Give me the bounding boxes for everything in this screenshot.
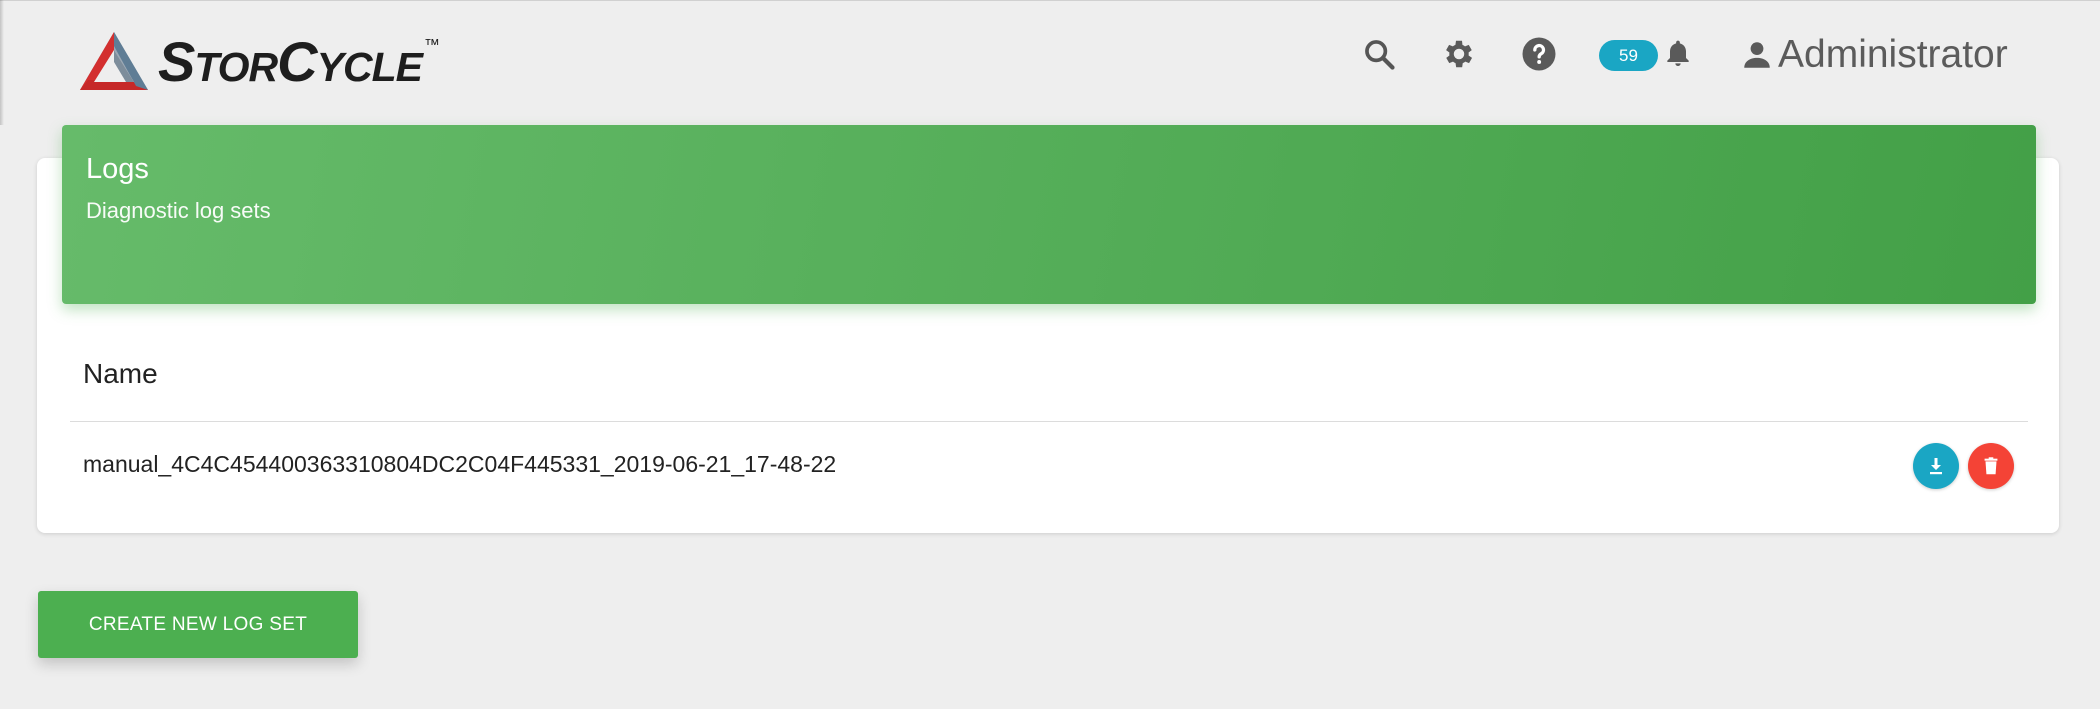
storcycle-logo[interactable]: S tor C ycle ™ [78, 28, 440, 96]
logo-wordmark: S tor C ycle ™ [158, 30, 440, 93]
logo-letter-c: C [277, 30, 317, 93]
column-header-name[interactable]: Name [83, 358, 158, 390]
user-name: Administrator [1778, 33, 2008, 76]
delete-button[interactable] [1968, 443, 2014, 489]
table-row-name: manual_4C4C454400363310804DC2C04F445331_… [83, 451, 837, 477]
logo-letter-s: S [158, 30, 195, 93]
user-icon [1744, 42, 1770, 68]
page-title: Logs [86, 153, 149, 185]
app-header: S tor C ycle ™ 59 Administrator [0, 0, 2100, 110]
card-header: Logs Diagnostic log sets [62, 125, 2036, 304]
download-icon [1930, 458, 1942, 475]
user-menu[interactable]: Administrator [1740, 30, 2008, 80]
gear-icon[interactable] [1439, 34, 1479, 74]
help-icon[interactable] [1519, 34, 1559, 74]
logo-text-ycle: ycle [316, 44, 423, 90]
logo-triangle-icon [80, 32, 148, 90]
notification-count-badge[interactable]: 59 [1599, 40, 1658, 71]
table-divider [70, 421, 2028, 422]
page-subtitle: Diagnostic log sets [86, 198, 271, 223]
search-icon[interactable] [1359, 34, 1399, 74]
trash-icon [1984, 457, 1998, 475]
create-new-log-set-button[interactable]: CREATE NEW LOG SET [38, 591, 358, 658]
logo-text-tor: tor [194, 44, 278, 90]
bell-icon[interactable] [1658, 34, 1698, 74]
logo-trademark: ™ [423, 37, 440, 54]
download-button[interactable] [1913, 443, 1959, 489]
